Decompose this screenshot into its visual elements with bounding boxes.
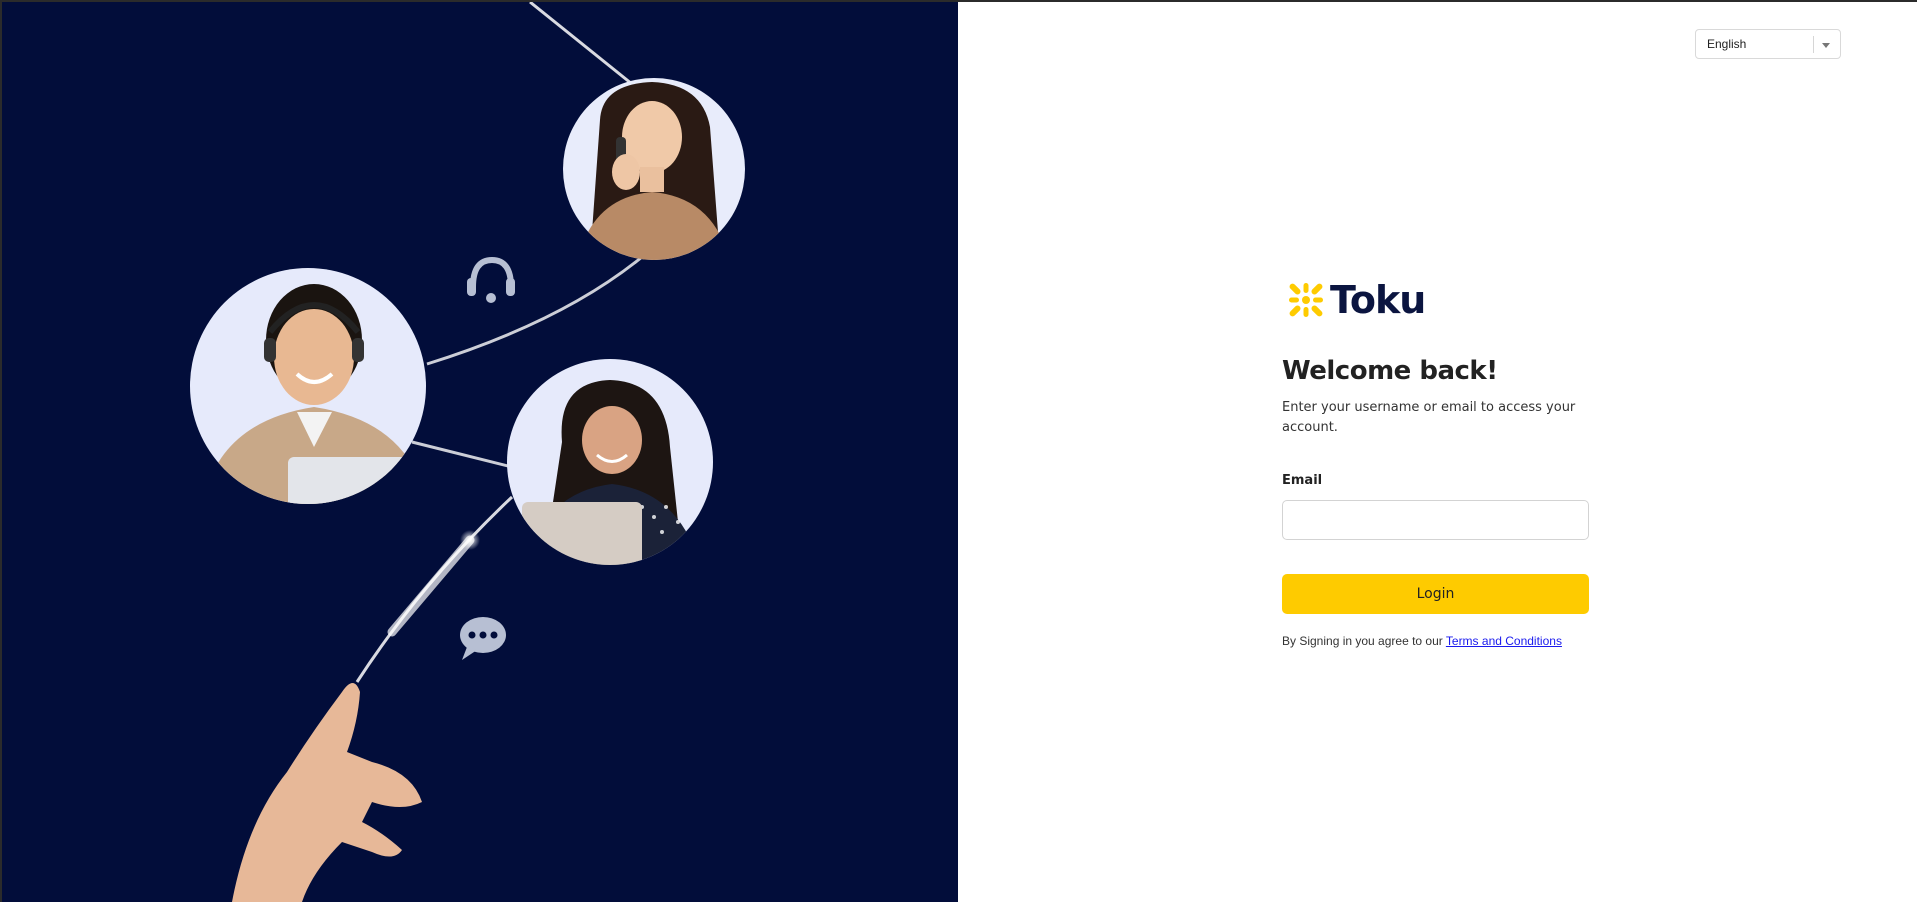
light-streak (387, 535, 475, 637)
connector-line (529, 2, 633, 86)
agent-photo-headset-man (190, 268, 426, 504)
pointing-hand (232, 683, 422, 902)
brand-name: Toku (1330, 278, 1426, 322)
email-field[interactable] (1282, 500, 1589, 540)
login-button[interactable]: Login (1282, 574, 1589, 614)
connector-line (355, 495, 514, 683)
hero-illustration (190, 2, 745, 902)
page-subtitle: Enter your username or email to access y… (1282, 400, 1576, 435)
connector-line (426, 255, 643, 366)
language-select-value: English (1707, 37, 1747, 51)
terms-notice: By Signing in you agree to our Terms and… (1282, 634, 1562, 648)
agent-photo-laptop-woman (507, 359, 713, 565)
email-label: Email (1282, 473, 1323, 488)
terms-prefix: By Signing in you agree to our (1282, 634, 1446, 648)
terms-link[interactable]: Terms and Conditions (1446, 634, 1562, 648)
login-panel: English (958, 2, 1917, 902)
chevron-down-icon[interactable] (1820, 39, 1832, 51)
agent-photo-phone (563, 78, 745, 260)
hero-panel (2, 2, 958, 902)
chat-bubble-icon (460, 617, 506, 660)
connector-line (411, 440, 513, 469)
headset-icon (467, 256, 515, 303)
language-select-divider (1813, 36, 1814, 53)
app-window: English (2, 2, 1917, 902)
language-select[interactable]: English (1695, 29, 1841, 59)
page-title: Welcome back! (1282, 356, 1498, 386)
light-spark (460, 530, 480, 550)
